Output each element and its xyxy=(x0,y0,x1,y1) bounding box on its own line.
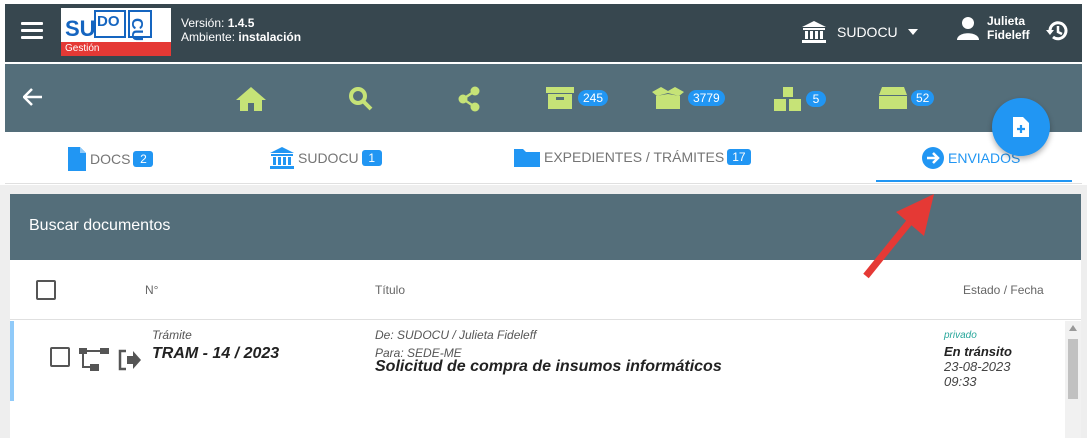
row-accent-bar xyxy=(10,321,14,401)
row-number[interactable]: TRAM - 14 / 2023 xyxy=(152,345,279,363)
tab-docs-label: DOCS xyxy=(90,151,131,167)
open-box-button[interactable]: 3779 xyxy=(651,86,725,110)
row-status: En tránsito xyxy=(944,344,1012,359)
arrow-left-icon xyxy=(22,88,42,106)
sign-out-icon xyxy=(118,349,141,371)
open-box-count-badge: 3779 xyxy=(688,90,725,106)
stacked-boxes-icon xyxy=(774,87,801,111)
svg-text:SU: SU xyxy=(65,16,96,41)
file-add-icon xyxy=(1013,117,1029,137)
documents-table: N° Título Estado / Fecha Trámite TRAM - … xyxy=(10,260,1081,438)
scroll-up-icon[interactable] xyxy=(1069,325,1077,331)
top-bar: SU DO CU Gestión Versión: 1.4.5 Ambiente… xyxy=(5,4,1082,62)
document-tabs: DOCS 2 SUDOCU 1 EXPEDIENTES / TRÁMITES 1… xyxy=(5,132,1082,184)
home-icon xyxy=(236,87,266,111)
organization-selector[interactable]: SUDOCU xyxy=(801,20,918,44)
tab-expedientes-count: 17 xyxy=(727,149,751,165)
archive-count-badge: 245 xyxy=(578,90,609,106)
workflow-icon xyxy=(79,348,109,371)
open-box-icon xyxy=(652,87,684,109)
tab-sudocu-count: 1 xyxy=(361,150,382,166)
red-pointer-arrow-icon xyxy=(863,194,934,279)
user-icon xyxy=(957,17,979,40)
column-header-number[interactable]: N° xyxy=(145,283,158,297)
row-title[interactable]: Solicitud de compra de insumos informáti… xyxy=(375,358,722,376)
user-menu[interactable]: Julieta Fideleff xyxy=(957,14,1030,42)
tab-sudocu[interactable]: SUDOCU 1 xyxy=(269,146,382,170)
environment-label: Ambiente: xyxy=(181,30,236,44)
tab-sudocu-label: SUDOCU xyxy=(298,150,359,166)
version-info: Versión: 1.4.5 Ambiente: instalación xyxy=(181,16,301,44)
column-header-title[interactable]: Título xyxy=(375,283,405,297)
history-button[interactable] xyxy=(1045,18,1071,49)
active-tab-indicator xyxy=(876,180,1072,182)
arrow-right-circle-icon xyxy=(922,147,944,169)
tab-expedientes-label: EXPEDIENTES / TRÁMITES xyxy=(544,149,725,165)
app-page: SU DO CU Gestión Versión: 1.4.5 Ambiente… xyxy=(0,0,1087,438)
sudocu-logo-icon: SU DO CU xyxy=(65,10,152,41)
select-all-checkbox[interactable] xyxy=(36,280,56,300)
version-value: 1.4.5 xyxy=(227,16,255,30)
svg-text:DO: DO xyxy=(97,13,120,30)
share-icon xyxy=(458,86,480,112)
row-type: Trámite xyxy=(152,328,192,342)
row-from: De: SUDOCU / Julieta Fideleff xyxy=(375,328,537,342)
row-time: 09:33 xyxy=(944,374,977,389)
package-icon xyxy=(879,87,907,109)
row-privacy: privado xyxy=(944,330,977,341)
scroll-thumb[interactable] xyxy=(1068,339,1078,399)
institution-icon xyxy=(270,147,294,169)
table-scrollbar[interactable] xyxy=(1065,321,1081,438)
home-button[interactable] xyxy=(235,86,267,112)
package-count-badge: 52 xyxy=(911,90,935,106)
tab-docs-count: 2 xyxy=(133,151,154,167)
hamburger-menu-icon[interactable] xyxy=(21,22,43,40)
user-first-name: Julieta xyxy=(987,14,1026,28)
caret-down-icon xyxy=(907,29,918,35)
row-checkbox[interactable] xyxy=(50,347,70,367)
app-logo: SU DO CU Gestión xyxy=(61,8,171,56)
environment-value: instalación xyxy=(238,30,302,44)
search-icon xyxy=(349,87,373,111)
logo-subtitle: Gestión xyxy=(61,42,171,56)
version-label: Versión: xyxy=(181,16,225,30)
tab-expedientes[interactable]: EXPEDIENTES / TRÁMITES 17 xyxy=(513,146,751,168)
search-title: Buscar documentos xyxy=(29,217,171,234)
archive-box-icon xyxy=(546,87,574,109)
user-last-name: Fideleff xyxy=(987,28,1030,42)
row-date: 23-08-2023 xyxy=(944,359,1011,374)
share-button[interactable] xyxy=(457,86,481,112)
back-button[interactable] xyxy=(22,88,43,111)
search-button[interactable] xyxy=(348,86,374,112)
archive-button[interactable]: 245 xyxy=(545,86,609,110)
new-document-button[interactable] xyxy=(992,98,1050,156)
document-icon xyxy=(68,147,86,171)
history-icon xyxy=(1046,21,1068,41)
column-header-status-date[interactable]: Estado / Fecha xyxy=(963,283,1044,297)
folder-icon xyxy=(514,149,540,167)
navigation-bar: 245 3779 5 52 xyxy=(5,64,1082,132)
tab-docs[interactable]: DOCS 2 xyxy=(67,146,154,172)
svg-text:CU: CU xyxy=(128,18,145,41)
organization-name: SUDOCU xyxy=(837,24,898,40)
package-button[interactable]: 52 xyxy=(878,86,935,110)
table-row[interactable]: Trámite TRAM - 14 / 2023 De: SUDOCU / Ju… xyxy=(10,321,1081,401)
boxes-button[interactable]: 5 xyxy=(773,86,826,112)
institution-icon xyxy=(802,21,826,43)
boxes-count-badge: 5 xyxy=(806,91,826,107)
